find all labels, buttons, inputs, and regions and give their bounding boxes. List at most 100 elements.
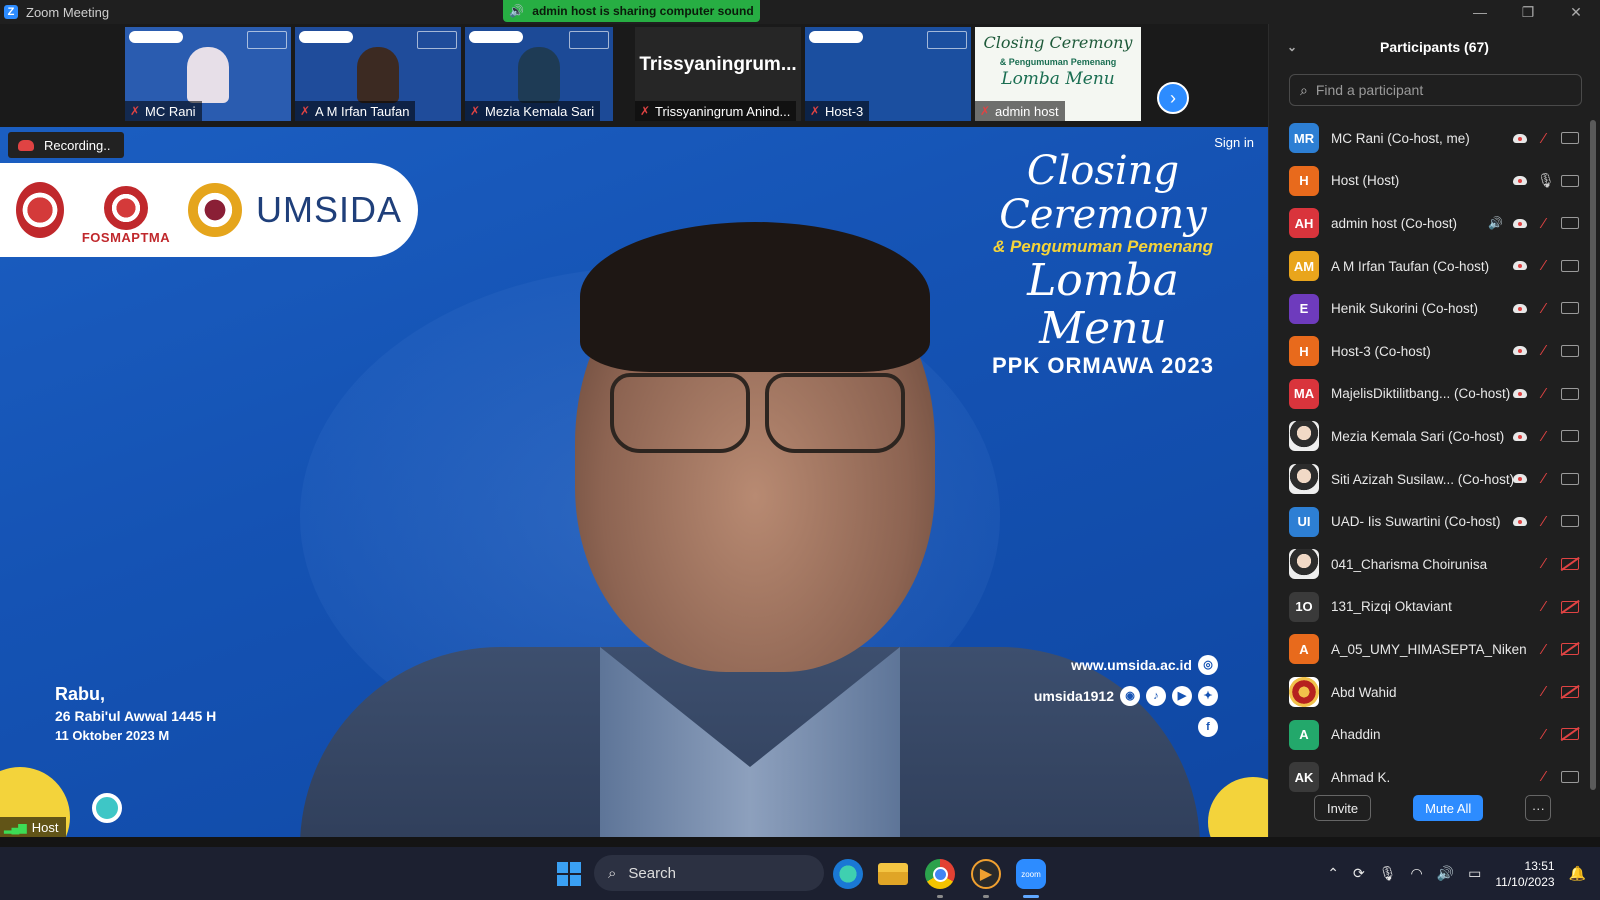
- fosmaptma-emblem-icon: [104, 186, 148, 230]
- gregorian-date-text: 11 Oktober 2023 M: [55, 728, 170, 743]
- participant-row[interactable]: Siti Azizah Susilaw... (Co-host) ⁄: [1269, 458, 1589, 501]
- battery-icon[interactable]: ▭: [1468, 865, 1481, 882]
- camera-icon[interactable]: [1561, 430, 1579, 443]
- participant-row[interactable]: A Ahaddin ⁄: [1269, 713, 1589, 756]
- website-text: www.umsida.ac.id: [1071, 656, 1192, 673]
- mic-off-icon[interactable]: ⁄: [1537, 428, 1551, 445]
- participant-row[interactable]: MA MajelisDiktilitbang... (Co-host) ⁄: [1269, 373, 1589, 416]
- participant-search-input[interactable]: [1315, 82, 1576, 98]
- zoom-taskbar-icon[interactable]: zoom: [1016, 859, 1046, 889]
- sharing-sound-banner[interactable]: 🔊 admin host is sharing computer sound: [503, 0, 760, 22]
- participant-row[interactable]: H Host-3 (Co-host) ⁄: [1269, 330, 1589, 373]
- camera-icon[interactable]: [1561, 472, 1579, 485]
- chrome-browser-icon[interactable]: [925, 859, 955, 889]
- microphone-icon[interactable]: 🎙: [1379, 865, 1397, 882]
- participant-list: MR MC Rani (Co-host, me) ⁄ H Host (Host) 🎙 AH a…: [1269, 117, 1589, 799]
- umsida-logo: UMSIDA: [256, 189, 403, 230]
- cloud-recording-icon: [1513, 133, 1527, 143]
- close-button[interactable]: ✕: [1552, 0, 1600, 24]
- participant-row[interactable]: H Host (Host) 🎙: [1269, 160, 1589, 203]
- participant-row[interactable]: 041_Charisma Choirunisa ⁄: [1269, 543, 1589, 586]
- camera-off-icon[interactable]: [1561, 600, 1579, 613]
- participant-name: MajelisDiktilitbang... (Co-host): [1331, 386, 1511, 402]
- participant-row[interactable]: MR MC Rani (Co-host, me) ⁄: [1269, 117, 1589, 160]
- more-options-button[interactable]: ···: [1525, 795, 1552, 821]
- hijri-date-text: 26 Rabi'ul Awwal 1445 H: [55, 708, 217, 724]
- participant-row[interactable]: AH admin host (Co-host) 🔊 ⁄: [1269, 202, 1589, 245]
- system-clock[interactable]: 13:51 11/10/2023: [1495, 858, 1554, 890]
- sign-in-link[interactable]: Sign in: [1214, 135, 1254, 150]
- camera-icon[interactable]: [1561, 515, 1579, 528]
- mic-off-icon[interactable]: ⁄: [1537, 726, 1551, 743]
- recording-indicator[interactable]: Recording..: [8, 132, 125, 158]
- participants-footer: Invite Mute All ···: [1269, 779, 1600, 837]
- file-explorer-icon[interactable]: [878, 863, 908, 885]
- invite-button[interactable]: Invite: [1314, 795, 1372, 821]
- mic-off-icon[interactable]: ⁄: [1537, 342, 1551, 359]
- volume-icon[interactable]: 🔊: [1437, 865, 1454, 882]
- participant-row[interactable]: A A_05_UMY_HIMASEPTA_Niken ⁄: [1269, 628, 1589, 671]
- thumbnail-host-3[interactable]: ✗ Host-3: [805, 27, 971, 121]
- camera-off-icon[interactable]: [1561, 685, 1579, 698]
- media-player-icon[interactable]: ▶: [971, 859, 1001, 889]
- participant-row[interactable]: Abd Wahid ⁄: [1269, 671, 1589, 714]
- camera-off-icon[interactable]: [1561, 643, 1579, 656]
- event-title-line3: Lomba Menu: [1027, 255, 1179, 354]
- participant-row[interactable]: Mezia Kemala Sari (Co-host) ⁄: [1269, 415, 1589, 458]
- wifi-icon[interactable]: ◠: [1411, 865, 1423, 882]
- maximize-button[interactable]: ❐: [1504, 0, 1552, 24]
- mic-off-icon[interactable]: ⁄: [1537, 470, 1551, 487]
- speaking-icon: 🔊: [1488, 216, 1503, 231]
- chevron-up-icon[interactable]: ⌃: [1327, 865, 1339, 882]
- camera-off-icon[interactable]: [1561, 557, 1579, 570]
- edge-browser-icon[interactable]: [833, 859, 863, 889]
- mic-off-icon[interactable]: ⁄: [1537, 555, 1551, 572]
- participant-row[interactable]: UI UAD- Iis Suwartini (Co-host) ⁄: [1269, 500, 1589, 543]
- thumbnail-admin-host[interactable]: Closing Ceremony & Pengumuman Pemenang L…: [975, 27, 1141, 121]
- camera-icon[interactable]: [1561, 387, 1579, 400]
- mic-on-icon[interactable]: 🎙: [1537, 172, 1555, 189]
- windows-start-icon[interactable]: [554, 859, 584, 889]
- mic-off-icon[interactable]: ⁄: [1537, 215, 1551, 232]
- participant-status-icons: ⁄: [1537, 543, 1579, 585]
- taskbar-search[interactable]: ⌕ Search: [594, 855, 824, 891]
- mic-off-icon[interactable]: ⁄: [1537, 385, 1551, 402]
- camera-icon[interactable]: [1561, 344, 1579, 357]
- thumbnail-am-irfan-taufan[interactable]: ✗ A M Irfan Taufan: [295, 27, 461, 121]
- thumbnail-mezia-kemala-sari[interactable]: ✗ Mezia Kemala Sari: [465, 27, 613, 121]
- mic-off-icon[interactable]: ⁄: [1537, 513, 1551, 530]
- camera-icon[interactable]: [1561, 174, 1579, 187]
- participant-row[interactable]: E Henik Sukorini (Co-host) ⁄: [1269, 287, 1589, 330]
- participant-row[interactable]: 1O 131_Rizqi Oktaviant ⁄: [1269, 586, 1589, 629]
- camera-icon[interactable]: [1561, 259, 1579, 272]
- camera-icon[interactable]: [1561, 302, 1579, 315]
- event-title: Closing Ceremony & Pengumuman Pemenang L…: [958, 149, 1248, 379]
- participant-list-scrollbar[interactable]: [1590, 120, 1596, 790]
- chevron-down-icon[interactable]: ⌄: [1287, 40, 1297, 54]
- recording-label: Recording..: [44, 137, 111, 153]
- participant-search[interactable]: ⌕: [1289, 74, 1582, 106]
- participant-status-icons: ⁄: [1513, 373, 1579, 415]
- thumbnail-trissyaningrum[interactable]: Trissyaningrum... ✗ Trissyaningrum Anind.…: [635, 27, 801, 121]
- taskbar-search-label: Search: [628, 864, 676, 882]
- next-page-icon[interactable]: ›: [1157, 82, 1189, 114]
- participant-name: Ahaddin: [1331, 727, 1381, 743]
- mic-off-icon[interactable]: ⁄: [1537, 598, 1551, 615]
- mic-off-icon[interactable]: ⁄: [1537, 683, 1551, 700]
- sync-icon[interactable]: ⟳: [1353, 865, 1365, 882]
- mic-off-icon[interactable]: ⁄: [1537, 130, 1551, 147]
- youtube-icon: ▶: [1172, 685, 1192, 706]
- mic-off-icon[interactable]: ⁄: [1537, 641, 1551, 658]
- mic-off-icon[interactable]: ⁄: [1537, 300, 1551, 317]
- social-handle-text: umsida1912: [1033, 687, 1114, 704]
- participant-row[interactable]: AM A M Irfan Taufan (Co-host) ⁄: [1269, 245, 1589, 288]
- camera-off-icon[interactable]: [1561, 728, 1579, 741]
- camera-icon[interactable]: [1561, 132, 1579, 144]
- minimize-button[interactable]: —: [1456, 0, 1504, 24]
- thumbnail-mc-rani[interactable]: ✗ MC Rani: [125, 27, 291, 121]
- camera-icon[interactable]: [1561, 217, 1579, 230]
- mic-off-icon[interactable]: ⁄: [1537, 257, 1551, 274]
- mute-all-button[interactable]: Mute All: [1413, 795, 1484, 821]
- participant-status-icons: ⁄: [1537, 671, 1579, 713]
- notification-bell-icon[interactable]: 🔔: [1569, 865, 1586, 882]
